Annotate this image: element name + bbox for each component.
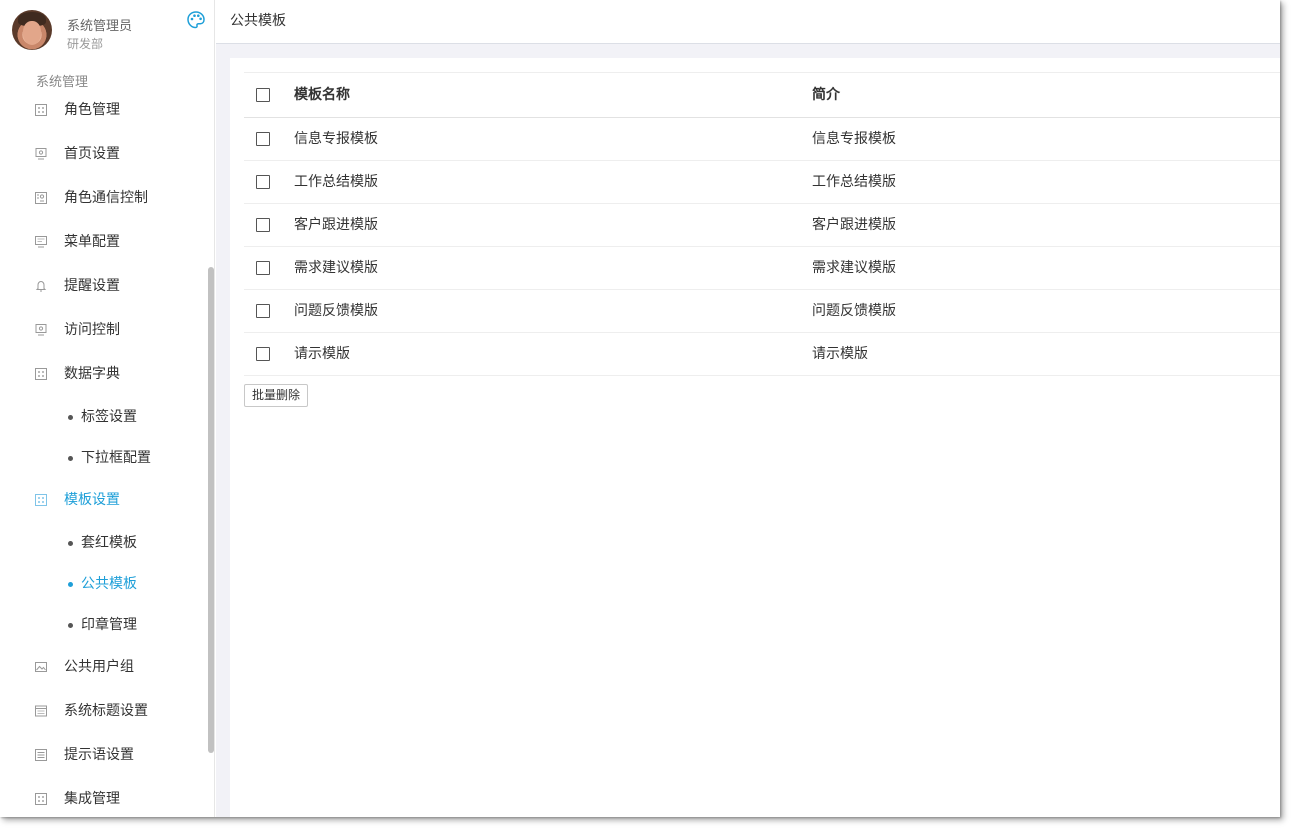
sidebar-item-label: 数据字典: [64, 366, 120, 382]
cell-template-desc: 客户跟进模版: [812, 217, 896, 233]
table-row[interactable]: 信息专报模板 信息专报模板: [244, 118, 1280, 161]
sidebar-item-label: 角色通信控制: [64, 190, 148, 206]
cell-template-name: 请示模版: [294, 346, 350, 362]
grid-icon: [35, 494, 47, 506]
sidebar-item-label: 菜单配置: [64, 234, 120, 250]
sidebar-subitem-public-template[interactable]: 公共模板: [0, 571, 205, 597]
sidebar-item-label: 提醒设置: [64, 278, 120, 294]
sidebar-item-reminder-settings[interactable]: 提醒设置: [0, 271, 205, 301]
sidebar-item-label: 集成管理: [64, 791, 120, 807]
sidebar-item-menu-config[interactable]: 菜单配置: [0, 227, 205, 257]
window-icon: [35, 705, 47, 717]
table-row[interactable]: 问题反馈模版 问题反馈模版: [244, 290, 1280, 333]
sidebar-item-label: 访问控制: [64, 322, 120, 338]
template-table: 模板名称 简介 信息专报模板 信息专报模板 工作总结模版 工作总结模版 客户跟进…: [244, 72, 1280, 376]
sidebar-subitem-label: 公共模板: [81, 576, 137, 592]
sidebar-subitem-label: 印章管理: [81, 617, 137, 633]
table-row[interactable]: 请示模版 请示模版: [244, 333, 1280, 376]
sidebar-item-public-user-group[interactable]: 公共用户组: [0, 652, 205, 682]
row-checkbox[interactable]: [256, 175, 270, 189]
grid-icon: [35, 368, 47, 380]
sidebar-item-integration-management[interactable]: 集成管理: [0, 784, 205, 814]
grid-icon: [35, 104, 47, 116]
sidebar-item-label: 公共用户组: [64, 659, 134, 675]
table-row[interactable]: 客户跟进模版 客户跟进模版: [244, 204, 1280, 247]
avatar-face: [23, 21, 41, 45]
sidebar-item-system-title-settings[interactable]: 系统标题设置: [0, 696, 205, 726]
user-dept: 研发部: [67, 37, 104, 51]
bell-icon: [35, 280, 47, 292]
column-header-desc: 简介: [812, 87, 840, 103]
cell-template-desc: 请示模版: [812, 346, 868, 362]
monitor-icon: [35, 324, 47, 336]
sidebar-item-prompt-settings[interactable]: 提示语设置: [0, 740, 205, 770]
sidebar-item-label: 角色管理: [64, 102, 120, 118]
sidebar-subitem-label: 下拉框配置: [81, 450, 151, 466]
cell-template-name: 客户跟进模版: [294, 217, 378, 233]
cell-template-name: 问题反馈模版: [294, 303, 378, 319]
top-bar: 公共模板: [216, 0, 1280, 44]
sidebar: 系统管理员 研发部 系统管理 角色管理 首页设置 角色通信控制 菜单配置 提醒设…: [0, 0, 215, 817]
bullet-icon: [68, 623, 73, 628]
sidebar-subitem-label: 标签设置: [81, 409, 137, 425]
row-checkbox[interactable]: [256, 132, 270, 146]
sidebar-scrollbar-thumb[interactable]: [208, 267, 214, 753]
content-panel: 模板名称 简介 信息专报模板 信息专报模板 工作总结模版 工作总结模版 客户跟进…: [230, 58, 1280, 817]
sidebar-subitem-seal-management[interactable]: 印章管理: [0, 612, 205, 638]
sidebar-item-access-control[interactable]: 访问控制: [0, 315, 205, 345]
sidebar-item-label: 首页设置: [64, 146, 120, 162]
app-window: 系统管理员 研发部 系统管理 角色管理 首页设置 角色通信控制 菜单配置 提醒设…: [0, 0, 1280, 817]
sidebar-item-role-management[interactable]: 角色管理: [0, 95, 205, 125]
row-checkbox[interactable]: [256, 261, 270, 275]
cell-template-name: 需求建议模版: [294, 260, 378, 276]
sidebar-subitem-label: 套红模板: [81, 535, 137, 551]
cell-template-desc: 问题反馈模版: [812, 303, 896, 319]
main-area: 公共模板 模板名称 简介 信息专报模板 信息专报模板 工作总结模版 工作总结模版: [216, 0, 1280, 817]
row-checkbox[interactable]: [256, 218, 270, 232]
cell-template-desc: 信息专报模板: [812, 131, 896, 147]
table-row[interactable]: 需求建议模版 需求建议模版: [244, 247, 1280, 290]
sidebar-subitem-tag-settings[interactable]: 标签设置: [0, 404, 205, 430]
table-header-row: 模板名称 简介: [244, 73, 1280, 118]
palette-icon[interactable]: [186, 10, 206, 30]
column-header-name: 模板名称: [294, 87, 350, 103]
list-icon: [35, 749, 47, 761]
sidebar-subitem-dropdown-config[interactable]: 下拉框配置: [0, 445, 205, 471]
image-icon: [35, 662, 47, 672]
page-title: 公共模板: [230, 13, 286, 29]
cell-template-name: 工作总结模版: [294, 174, 378, 190]
bullet-icon: [68, 582, 73, 587]
screen-icon: [35, 236, 47, 248]
monitor-icon: [35, 148, 47, 160]
sidebar-item-data-dictionary[interactable]: 数据字典: [0, 359, 205, 389]
sidebar-item-label: 提示语设置: [64, 747, 134, 763]
bullet-icon: [68, 456, 73, 461]
table-row[interactable]: 工作总结模版 工作总结模版: [244, 161, 1280, 204]
user-block: 系统管理员 研发部: [0, 0, 214, 64]
sidebar-subitem-red-header-template[interactable]: 套红模板: [0, 530, 205, 556]
avatar[interactable]: [12, 10, 52, 50]
bullet-icon: [68, 541, 73, 546]
cell-template-desc: 工作总结模版: [812, 174, 896, 190]
grid-icon: [35, 793, 47, 805]
sidebar-item-home-settings[interactable]: 首页设置: [0, 139, 205, 169]
cell-template-desc: 需求建议模版: [812, 260, 896, 276]
sidebar-item-label: 系统标题设置: [64, 703, 148, 719]
cell-template-name: 信息专报模板: [294, 131, 378, 147]
contact-icon: [35, 192, 47, 204]
sidebar-item-template-settings[interactable]: 模板设置: [0, 485, 205, 515]
sidebar-section-title: 系统管理: [36, 75, 89, 90]
row-checkbox[interactable]: [256, 304, 270, 318]
sidebar-item-role-comm-control[interactable]: 角色通信控制: [0, 183, 205, 213]
select-all-checkbox[interactable]: [256, 88, 270, 102]
sidebar-item-label: 模板设置: [64, 492, 120, 508]
bullet-icon: [68, 415, 73, 420]
batch-delete-button[interactable]: 批量删除: [244, 384, 309, 407]
row-checkbox[interactable]: [256, 347, 270, 361]
user-name: 系统管理员: [67, 19, 133, 34]
